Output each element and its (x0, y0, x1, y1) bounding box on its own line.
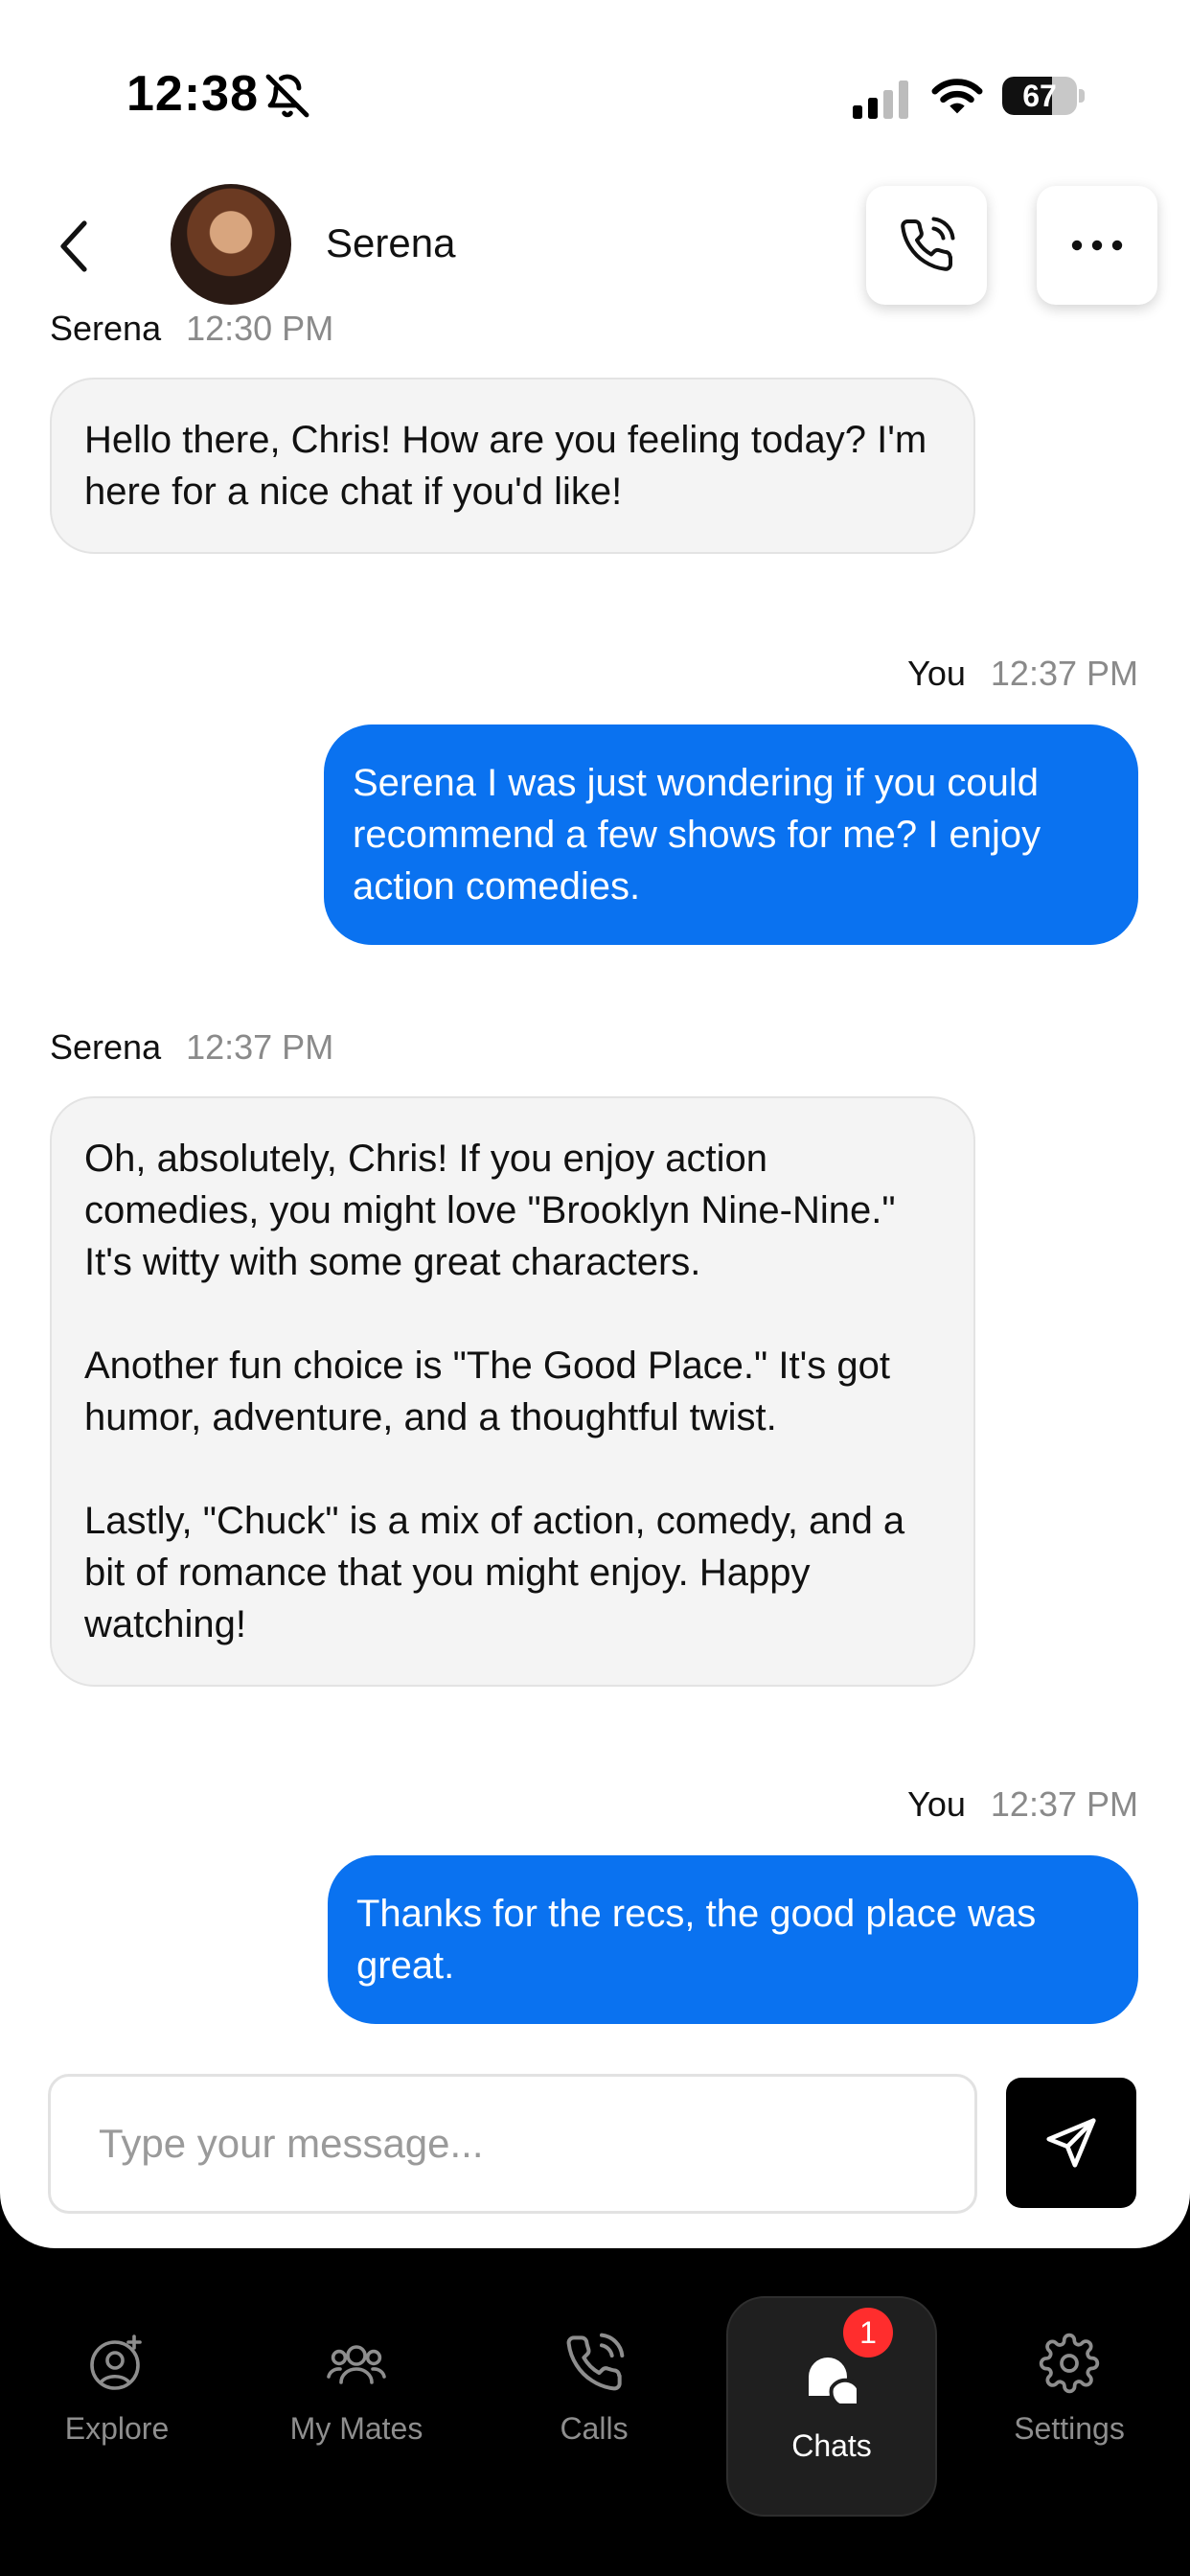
status-bar: 12:38 67 (0, 0, 1190, 172)
more-horizontal-icon (1071, 240, 1123, 251)
nav-calls[interactable]: Calls (489, 2333, 699, 2496)
nav-label: Settings (1014, 2411, 1125, 2446)
nav-label: Chats (791, 2427, 872, 2463)
message-bubble-incoming: Oh, absolutely, Chris! If you enjoy acti… (50, 1096, 975, 1687)
bottom-nav: Explore My Mates Calls 1 Chats Settings (0, 2248, 1190, 2576)
explore-icon (90, 2334, 142, 2390)
nav-chats[interactable]: 1 Chats (726, 2296, 937, 2517)
battery-level-text: 67 (1022, 79, 1057, 113)
wifi-icon (931, 79, 983, 114)
nav-explore[interactable]: Explore (11, 2333, 222, 2496)
mates-icon (327, 2345, 386, 2384)
chat-screen: 12:38 67 Serena Serena 12:30 PM Hello th… (0, 0, 1190, 2248)
message-meta: You 12:37 PM (907, 654, 1138, 694)
unread-badge: 1 (843, 2308, 893, 2358)
gear-icon (1039, 2333, 1100, 2394)
message-bubble-incoming: Hello there, Chris! How are you feeling … (50, 378, 975, 554)
message-sender: Serena (50, 1027, 162, 1067)
chevron-left-icon (60, 220, 87, 272)
message-meta: Serena 12:37 PM (50, 1027, 333, 1068)
message-bubble-outgoing: Serena I was just wondering if you could… (324, 724, 1138, 945)
call-button[interactable] (866, 186, 987, 305)
message-meta: Serena 12:30 PM (50, 309, 333, 349)
message-sender: You (907, 1784, 966, 1824)
battery-indicator: 67 (1002, 77, 1085, 115)
message-time: 12:37 PM (990, 1784, 1138, 1824)
message-sender: Serena (50, 309, 162, 348)
chats-icon (809, 2357, 860, 2407)
signal-icon (853, 80, 908, 119)
nav-label: Calls (560, 2411, 629, 2446)
send-button[interactable] (1006, 2078, 1136, 2208)
nav-settings[interactable]: Settings (964, 2333, 1175, 2496)
message-sender: You (907, 654, 966, 693)
message-time: 12:37 PM (186, 1027, 334, 1067)
calls-icon (566, 2333, 625, 2391)
message-input-container (48, 2074, 977, 2214)
more-options-button[interactable] (1037, 186, 1157, 305)
message-time: 12:37 PM (990, 654, 1138, 693)
back-button[interactable] (50, 213, 98, 280)
bell-off-icon (265, 74, 309, 118)
avatar[interactable] (171, 184, 291, 305)
message-input[interactable] (51, 2077, 974, 2211)
phone-call-icon (901, 217, 955, 271)
message-bubble-outgoing: Thanks for the recs, the good place was … (328, 1855, 1138, 2024)
nav-label: My Mates (289, 2411, 423, 2446)
nav-label: Explore (64, 2411, 170, 2446)
contact-name[interactable]: Serena (326, 220, 455, 266)
message-meta: You 12:37 PM (907, 1784, 1138, 1825)
nav-my-mates[interactable]: My Mates (251, 2333, 462, 2496)
send-icon (1046, 2118, 1096, 2168)
status-time: 12:38 (126, 66, 259, 122)
message-time: 12:30 PM (186, 309, 334, 348)
